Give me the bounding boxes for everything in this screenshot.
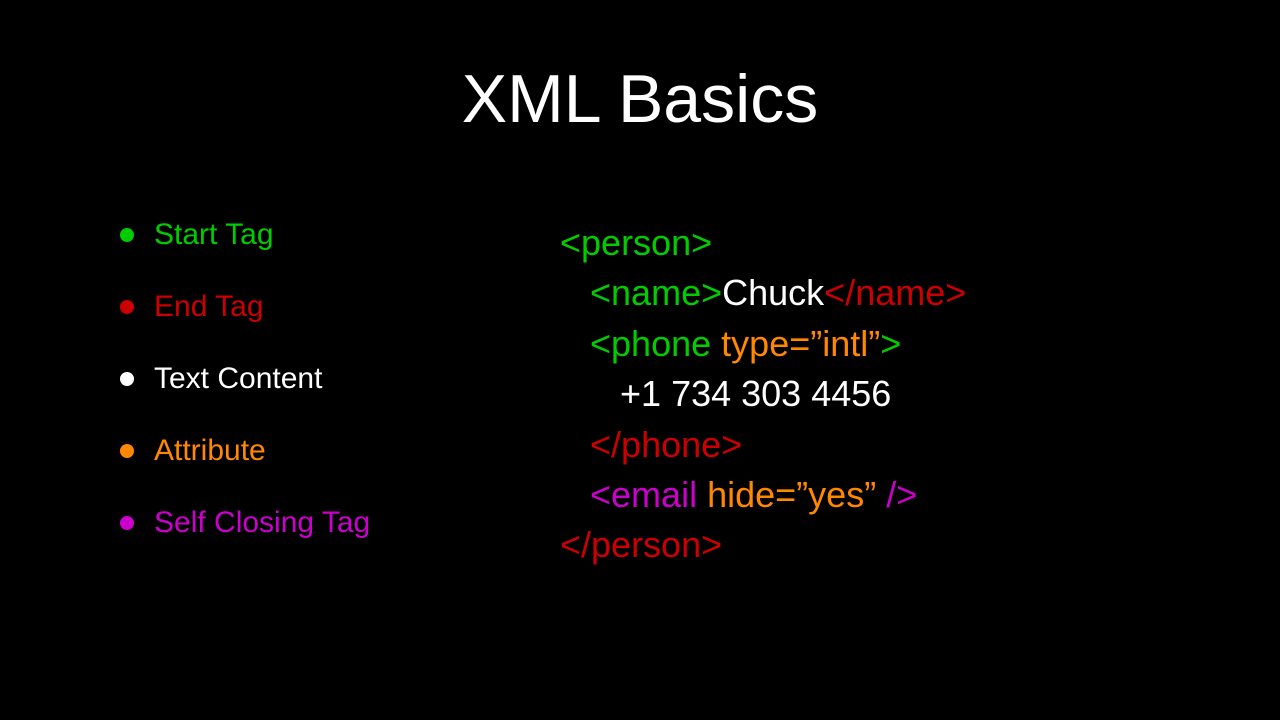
end-tag: </name>: [824, 272, 966, 313]
text-content: Chuck: [722, 272, 824, 313]
start-tag: >: [880, 323, 901, 364]
bullet-icon: [120, 444, 134, 458]
slide-title: XML Basics: [80, 60, 1200, 138]
code-line: +1 734 303 4456: [560, 369, 1200, 419]
code-line: </phone>: [560, 420, 1200, 470]
code-example: <person> <name>Chuck</name> <phone type=…: [560, 218, 1200, 578]
start-tag: <phone: [590, 323, 711, 364]
bullet-icon: [120, 300, 134, 314]
list-item: Self Closing Tag: [120, 506, 500, 540]
code-line: <person>: [560, 218, 1200, 268]
attribute: hide=”yes”: [707, 474, 876, 515]
slide-container: XML Basics Start Tag End Tag Text Conten…: [0, 0, 1280, 720]
list-item: End Tag: [120, 290, 500, 324]
end-tag: </person>: [560, 524, 722, 565]
code-line: <name>Chuck</name>: [560, 268, 1200, 318]
code-line: <email hide=”yes” />: [560, 470, 1200, 520]
text-content: +1 734 303 4456: [620, 373, 891, 414]
bullet-label: Self Closing Tag: [154, 506, 370, 540]
self-closing-tag: />: [876, 474, 917, 515]
bullet-icon: [120, 228, 134, 242]
start-tag: <name>: [590, 272, 722, 313]
code-line: </person>: [560, 520, 1200, 570]
bullet-label: Text Content: [154, 362, 322, 396]
start-tag: <person>: [560, 222, 712, 263]
list-item: Attribute: [120, 434, 500, 468]
code-line: <phone type=”intl”>: [560, 319, 1200, 369]
self-closing-tag: <email: [590, 474, 697, 515]
bullet-label: Attribute: [154, 434, 266, 468]
bullet-label: End Tag: [154, 290, 264, 324]
list-item: Start Tag: [120, 218, 500, 252]
bullet-list: Start Tag End Tag Text Content Attribute…: [80, 218, 500, 578]
bullet-icon: [120, 372, 134, 386]
bullet-icon: [120, 516, 134, 530]
attribute: type=”intl”: [721, 323, 880, 364]
list-item: Text Content: [120, 362, 500, 396]
end-tag: </phone>: [590, 424, 742, 465]
bullet-label: Start Tag: [154, 218, 274, 252]
content-row: Start Tag End Tag Text Content Attribute…: [80, 218, 1200, 578]
